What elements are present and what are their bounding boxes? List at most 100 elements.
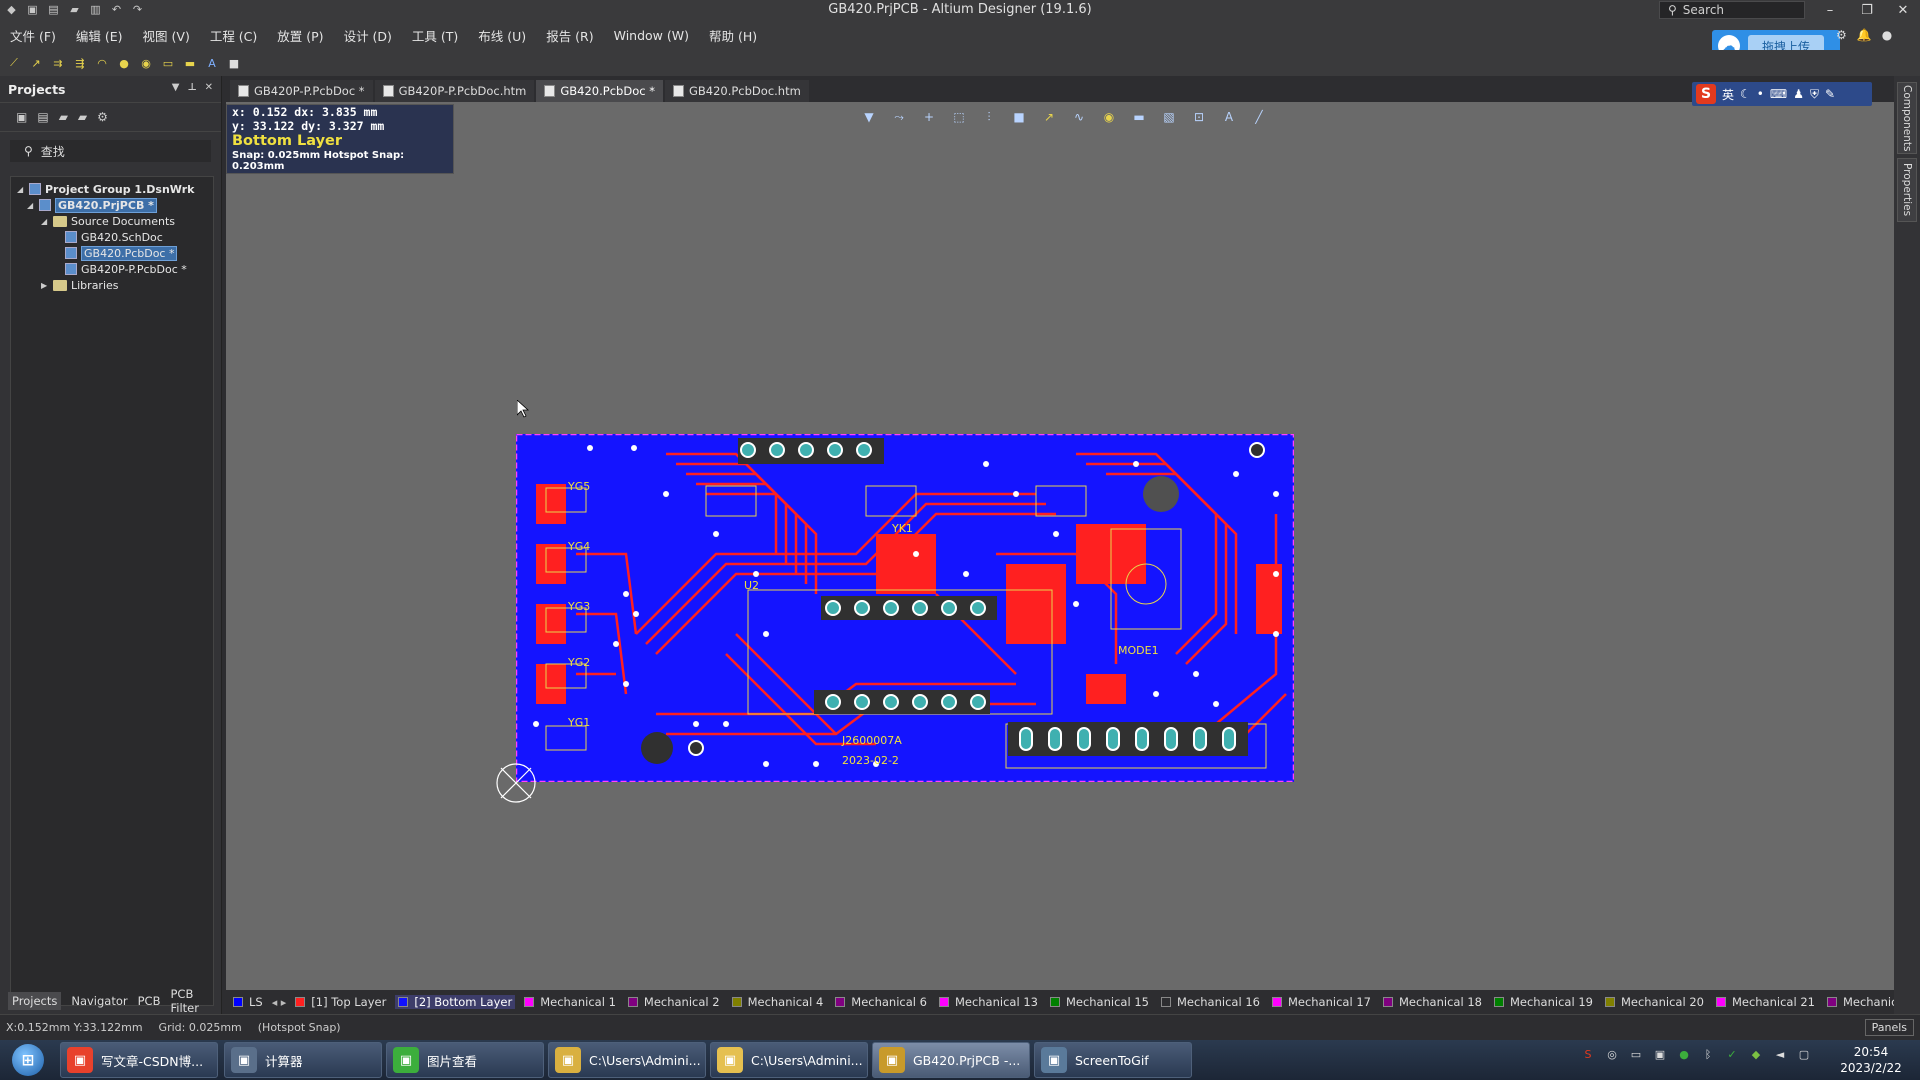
layer-tab[interactable]: Mechanical 15 bbox=[1047, 995, 1152, 1009]
app-tray-icon[interactable]: ▣ bbox=[1652, 1046, 1668, 1062]
display-icon[interactable]: ▭ bbox=[1628, 1046, 1644, 1062]
compile-icon[interactable]: ▤ bbox=[37, 110, 48, 124]
via-icon[interactable]: ◉ bbox=[138, 55, 154, 71]
document-tab[interactable]: GB420.PcbDoc * bbox=[536, 80, 663, 102]
restore-button[interactable]: ❐ bbox=[1852, 0, 1882, 20]
close-button[interactable]: ✕ bbox=[1888, 0, 1918, 20]
expand-arrow-icon[interactable]: ◢ bbox=[27, 201, 35, 210]
expand-arrow-icon[interactable]: ◢ bbox=[17, 185, 25, 194]
filter-icon[interactable]: ▼ bbox=[860, 108, 878, 126]
taskbar-button[interactable]: ▣ ScreenToGif bbox=[1034, 1042, 1192, 1078]
polygon-icon[interactable]: ▧ bbox=[1160, 108, 1178, 126]
layer-tab[interactable]: Mechanical 1 bbox=[521, 995, 619, 1009]
tab-projects[interactable]: Projects bbox=[8, 992, 62, 1010]
panels-button[interactable]: Panels bbox=[1864, 1019, 1914, 1036]
close-project-icon[interactable]: ▰ bbox=[78, 110, 87, 124]
component-icon[interactable]: ■ bbox=[1010, 108, 1028, 126]
wrench-icon[interactable]: ✎ bbox=[1825, 87, 1835, 101]
tab-pcb-filter[interactable]: PCB Filter bbox=[170, 987, 222, 1015]
tree-node[interactable]: ◢ Project Group 1.DsnWrk bbox=[11, 181, 213, 197]
minimize-button[interactable]: – bbox=[1815, 0, 1845, 20]
tree-node[interactable]: GB420P-P.PcbDoc * bbox=[11, 261, 213, 277]
save-project-icon[interactable]: ▣ bbox=[16, 110, 27, 124]
layer-tab[interactable]: Mechanical 16 bbox=[1158, 995, 1263, 1009]
system-clock[interactable]: 20:54 2023/2/22 bbox=[1836, 1044, 1906, 1076]
project-options-icon[interactable]: ⚙ bbox=[97, 110, 108, 124]
diff-pair-icon[interactable]: ⇉ bbox=[50, 55, 66, 71]
open-project-icon[interactable]: ▰ bbox=[59, 110, 68, 124]
menu-window[interactable]: Window (W) bbox=[614, 28, 689, 43]
fill-icon[interactable]: ▬ bbox=[1130, 108, 1148, 126]
multi-route-icon[interactable]: ⇶ bbox=[72, 55, 88, 71]
via-icon[interactable]: ◉ bbox=[1100, 108, 1118, 126]
line-icon[interactable]: ╱ bbox=[1250, 108, 1268, 126]
document-tab[interactable]: GB420P-P.PcbDoc.htm bbox=[374, 80, 535, 102]
menu-route[interactable]: 布线 (U) bbox=[478, 26, 526, 45]
taskbar-button[interactable]: ▣ 计算器 bbox=[224, 1042, 382, 1078]
tab-properties[interactable]: Properties bbox=[1897, 158, 1917, 222]
layer-tab[interactable]: Mechanical 20 bbox=[1602, 995, 1707, 1009]
layer-tab[interactable]: Mechanical 19 bbox=[1491, 995, 1596, 1009]
expand-arrow-icon[interactable]: ◢ bbox=[41, 217, 49, 226]
menu-project[interactable]: 工程 (C) bbox=[210, 26, 257, 45]
taskbar-button[interactable]: ▣ 写文章-CSDN博... bbox=[60, 1042, 218, 1078]
sogou-icon[interactable]: S bbox=[1696, 84, 1716, 104]
taskbar-button[interactable]: ▣ C:\Users\Admini... bbox=[548, 1042, 706, 1078]
layer-tab[interactable]: [2] Bottom Layer bbox=[395, 995, 516, 1009]
security-icon[interactable]: ✓ bbox=[1724, 1046, 1740, 1062]
ime-language[interactable]: 英 bbox=[1722, 86, 1734, 103]
settings-icon[interactable]: ⚙ bbox=[1836, 28, 1847, 42]
expand-arrow-icon[interactable]: ▶ bbox=[41, 281, 49, 290]
layer-tab[interactable]: Mechanical 21 bbox=[1713, 995, 1818, 1009]
interactive-route-icon[interactable]: ↗ bbox=[1040, 108, 1058, 126]
document-tab[interactable]: GB420.PcbDoc.htm bbox=[664, 80, 809, 102]
select-area-icon[interactable]: ⬚ bbox=[950, 108, 968, 126]
action-center-icon[interactable]: ▢ bbox=[1796, 1046, 1812, 1062]
layer-tab[interactable]: Mechanical 13 bbox=[936, 995, 1041, 1009]
skin-icon[interactable]: ♟ bbox=[1793, 87, 1804, 101]
layer-tab[interactable]: [1] Top Layer bbox=[292, 995, 389, 1009]
punctuation-icon[interactable]: • bbox=[1757, 87, 1764, 101]
nvidia-icon[interactable]: ◆ bbox=[1748, 1046, 1764, 1062]
menu-file[interactable]: 文件 (F) bbox=[10, 26, 56, 45]
menu-design[interactable]: 设计 (D) bbox=[344, 26, 392, 45]
layer-tab[interactable]: Mechanical 17 bbox=[1269, 995, 1374, 1009]
taskbar-button[interactable]: ▣ 图片查看 bbox=[386, 1042, 544, 1078]
polygon-icon[interactable]: ▭ bbox=[160, 55, 176, 71]
shirt-icon[interactable]: ⛨ bbox=[1810, 87, 1819, 102]
layer-tab[interactable]: LS bbox=[230, 995, 266, 1009]
project-search-box[interactable]: ⚲ 查找 bbox=[10, 140, 211, 162]
layer-tab[interactable]: Mechanical 2 bbox=[625, 995, 723, 1009]
keyboard-icon[interactable]: ⌨ bbox=[1770, 87, 1787, 101]
start-button[interactable]: ⊞ bbox=[6, 1042, 50, 1078]
pcb-board[interactable]: YG5 YG4 YG3 YG2 YG1 U2 YK1 MODE1 J260000… bbox=[516, 434, 1294, 782]
layer-tab[interactable]: Mechanical 22 bbox=[1824, 995, 1894, 1009]
arc-icon[interactable]: ◠ bbox=[94, 55, 110, 71]
layer-tab[interactable]: Mechanical 6 bbox=[832, 995, 930, 1009]
tree-node[interactable]: ◢ GB420.PrjPCB * bbox=[11, 197, 213, 213]
interactive-route-icon[interactable]: ↗ bbox=[28, 55, 44, 71]
text-icon[interactable]: A bbox=[204, 55, 220, 71]
region-icon[interactable]: ■ bbox=[226, 55, 242, 71]
pad-icon[interactable]: ● bbox=[116, 55, 132, 71]
layer-tab[interactable]: Mechanical 4 bbox=[729, 995, 827, 1009]
moon-icon[interactable]: ☾ bbox=[1740, 87, 1751, 101]
length-tune-icon[interactable]: ∿ bbox=[1070, 108, 1088, 126]
tree-node[interactable]: GB420.SchDoc bbox=[11, 229, 213, 245]
tab-navigator[interactable]: Navigator bbox=[71, 994, 127, 1008]
menu-tools[interactable]: 工具 (T) bbox=[412, 26, 458, 45]
tree-node[interactable]: ▶ Libraries bbox=[11, 277, 213, 293]
route-icon[interactable]: ⟋ bbox=[6, 55, 22, 71]
add-icon[interactable]: + bbox=[920, 108, 938, 126]
tree-node[interactable]: GB420.PcbDoc * bbox=[11, 245, 213, 261]
tab-components[interactable]: Components bbox=[1897, 82, 1917, 154]
taskbar-button[interactable]: ▣ C:\Users\Admini... bbox=[710, 1042, 868, 1078]
sogou-tray-icon[interactable]: S bbox=[1580, 1046, 1596, 1062]
panel-menu-icon[interactable]: ▼ bbox=[172, 82, 180, 93]
menu-place[interactable]: 放置 (P) bbox=[277, 26, 323, 45]
taskbar-button[interactable]: ▣ GB420.PrjPCB -... bbox=[872, 1042, 1030, 1078]
document-tab[interactable]: GB420P-P.PcbDoc * bbox=[230, 80, 373, 102]
fill-icon[interactable]: ▬ bbox=[182, 55, 198, 71]
align-icon[interactable]: ⫶ bbox=[980, 108, 998, 126]
bluetooth-icon[interactable]: ᛒ bbox=[1700, 1046, 1716, 1062]
